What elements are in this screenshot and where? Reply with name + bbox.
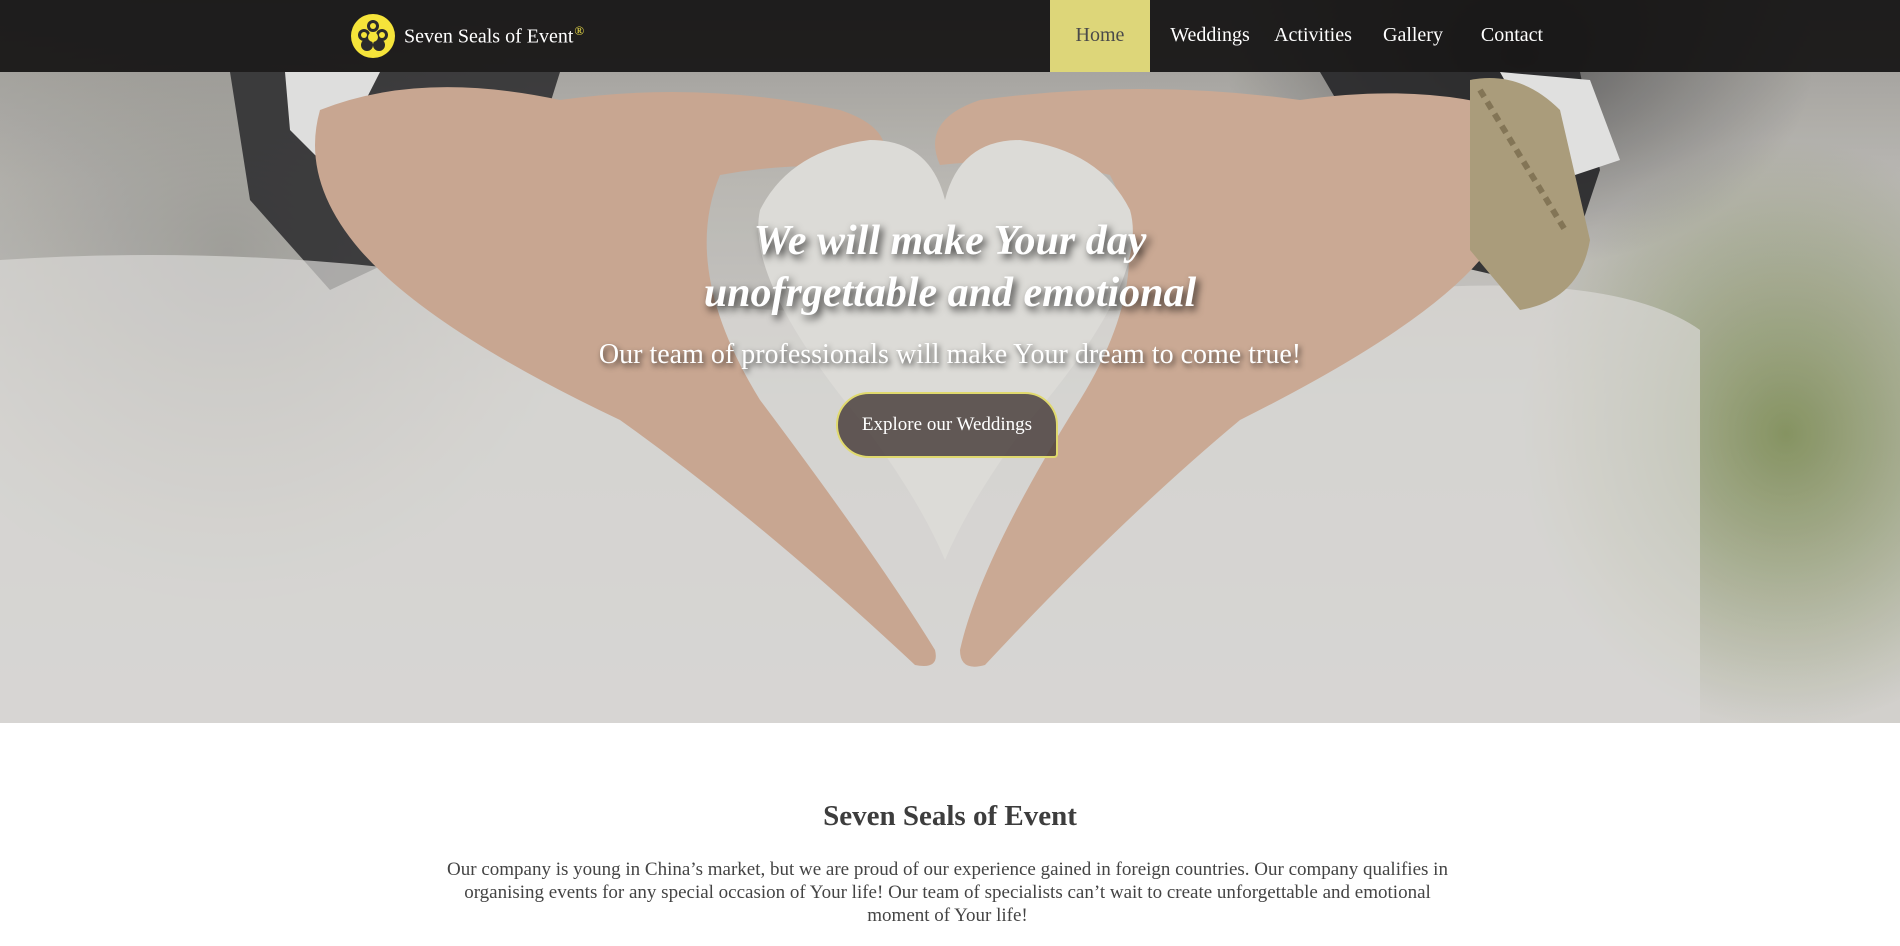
nav-weddings[interactable]: Weddings	[1155, 0, 1265, 72]
brand-name: Seven Seals of Event®	[404, 23, 584, 49]
hero-subtitle: Our team of professionals will make Your…	[598, 339, 1302, 370]
explore-weddings-button[interactable]: Explore our Weddings	[836, 392, 1058, 458]
hero-title: We will make Your day unofrgettable and …	[0, 215, 1900, 319]
nav-gallery[interactable]: Gallery	[1363, 0, 1463, 72]
hero-title-line1: We will make Your day	[753, 218, 1147, 264]
about-text: Our company is young in China’s market, …	[447, 859, 1448, 926]
nav-contact[interactable]: Contact	[1462, 0, 1562, 72]
brand[interactable]: Seven Seals of Event®	[350, 13, 584, 59]
hero-section: We will make Your day unofrgettable and …	[0, 0, 1900, 723]
hero-content: We will make Your day unofrgettable and …	[0, 0, 1900, 723]
nav-home[interactable]: Home	[1050, 0, 1150, 72]
flower-seal-icon	[351, 14, 395, 58]
top-navbar: Seven Seals of Event® Home Weddings Acti…	[0, 0, 1900, 72]
about-title: Seven Seals of Event	[823, 800, 1077, 832]
hero-title-line2: unofrgettable and emotional	[703, 270, 1197, 316]
brand-name-text: Seven Seals of Event	[404, 25, 574, 48]
nav-activities[interactable]: Activities	[1258, 0, 1368, 72]
registered-mark: ®	[574, 23, 585, 39]
